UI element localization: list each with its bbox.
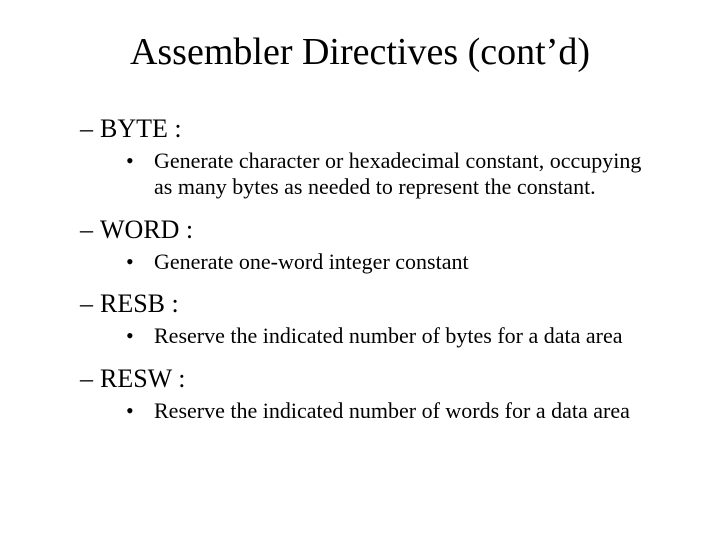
desc-text: Reserve the indicated number of words fo… <box>154 398 630 423</box>
list-item: •Reserve the indicated number of bytes f… <box>140 323 660 349</box>
term-label: BYTE : <box>100 114 182 143</box>
list-item: –RESW : <box>80 364 660 394</box>
slide-title: Assembler Directives (cont’d) <box>60 30 660 74</box>
dash-bullet: – <box>80 289 100 319</box>
term-label: WORD : <box>100 215 193 244</box>
dot-bullet: • <box>140 249 154 275</box>
dot-bullet: • <box>140 148 154 174</box>
slide: Assembler Directives (cont’d) –BYTE : •G… <box>0 0 720 540</box>
dash-bullet: – <box>80 215 100 245</box>
dot-bullet: • <box>140 323 154 349</box>
list-item: –RESB : <box>80 289 660 319</box>
list-item: –WORD : <box>80 215 660 245</box>
list-item: •Reserve the indicated number of words f… <box>140 398 660 424</box>
list-item: –BYTE : <box>80 114 660 144</box>
list-item: •Generate one-word integer constant <box>140 249 660 275</box>
term-label: RESW : <box>100 364 185 393</box>
dot-bullet: • <box>140 398 154 424</box>
dash-bullet: – <box>80 114 100 144</box>
term-label: RESB : <box>100 289 179 318</box>
list-item: •Generate character or hexadecimal const… <box>140 148 660 201</box>
desc-text: Generate one-word integer constant <box>154 249 469 274</box>
desc-text: Reserve the indicated number of bytes fo… <box>154 323 623 348</box>
desc-text: Generate character or hexadecimal consta… <box>154 148 641 199</box>
dash-bullet: – <box>80 364 100 394</box>
